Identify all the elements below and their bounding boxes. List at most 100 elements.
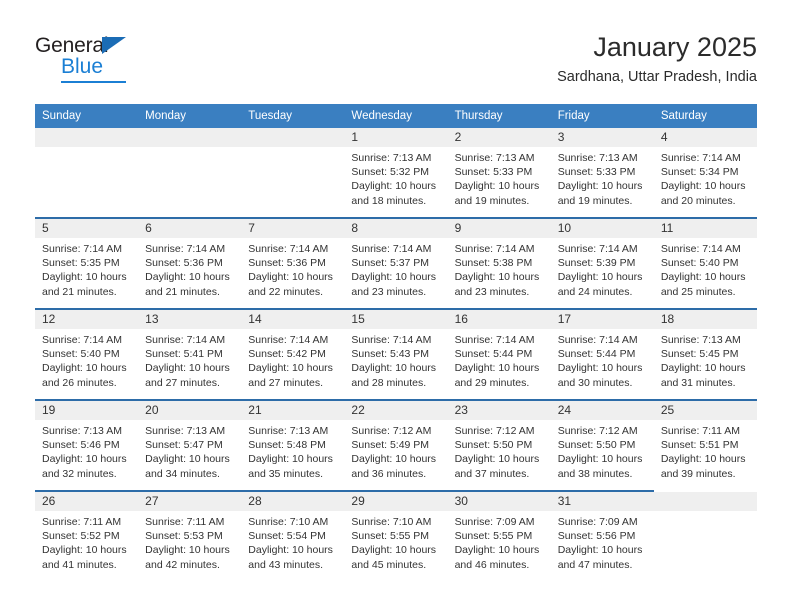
sunset-text: Sunset: 5:38 PM [454,257,533,270]
sunrise-text: Sunrise: 7:14 AM [557,243,638,255]
weekday-header-sunday: Sunday [35,104,139,128]
calendar-day-cell[interactable]: 3 Sunrise: 7:13 AM Sunset: 5:33 PM Daylight… [550,128,654,218]
day-details: Sunrise: 7:12 AM Sunset: 5:49 PM Daylight:… [344,420,447,481]
day-number: 22 [344,401,448,420]
sunset-text: Sunset: 5:35 PM [42,257,120,270]
calendar-day-cell[interactable]: 20 Sunrise: 7:13 AM Sunset: 5:47 PM Dayligh… [138,399,242,491]
day-details: Sunrise: 7:14 AM Sunset: 5:44 PM Daylight:… [448,329,551,390]
calendar-cell-empty [653,490,757,581]
day-number: 18 [653,310,757,329]
daylight-text: Daylight: 10 hours and 39 minutes. [660,453,746,480]
weekday-header-monday: Monday [138,104,242,128]
calendar-cell-empty [241,128,345,218]
day-details: Sunrise: 7:14 AM Sunset: 5:35 PM Daylight:… [35,238,138,299]
day-details: Sunrise: 7:13 AM Sunset: 5:47 PM Daylight:… [138,420,241,481]
sunset-text: Sunset: 5:51 PM [660,439,739,452]
day-number: 21 [241,401,345,420]
calendar-day-cell[interactable]: 24 Sunrise: 7:12 AM Sunset: 5:50 PM Dayligh… [550,399,654,491]
daylight-text: Daylight: 10 hours and 18 minutes. [351,180,437,207]
day-number: 24 [550,401,654,420]
calendar-day-cell[interactable]: 7 Sunrise: 7:14 AM Sunset: 5:36 PM Daylight… [241,217,345,309]
calendar-day-cell[interactable]: 16 Sunrise: 7:14 AM Sunset: 5:44 PM Dayligh… [447,308,551,400]
calendar-day-cell[interactable]: 6 Sunrise: 7:14 AM Sunset: 5:36 PM Daylight… [138,217,242,309]
sunrise-text: Sunrise: 7:14 AM [42,334,122,346]
calendar-day-cell[interactable]: 29 Sunrise: 7:10 AM Sunset: 5:55 PM Dayligh… [344,490,448,581]
sunset-text: Sunset: 5:50 PM [454,439,533,452]
sunset-text: Sunset: 5:32 PM [351,166,430,179]
day-number: 8 [344,219,448,238]
calendar-day-cell[interactable]: 8 Sunrise: 7:14 AM Sunset: 5:37 PM Daylight… [344,217,448,309]
sunset-text: Sunset: 5:34 PM [660,166,739,179]
sunrise-text: Sunrise: 7:14 AM [145,243,226,255]
daylight-text: Daylight: 10 hours and 42 minutes. [145,544,230,571]
day-details: Sunrise: 7:11 AM Sunset: 5:51 PM Daylight:… [654,420,757,481]
daylight-text: Daylight: 10 hours and 41 minutes. [42,544,127,571]
brand-logo[interactable]: General Blue [35,34,175,86]
daylight-text: Daylight: 10 hours and 19 minutes. [557,180,643,207]
sunset-text: Sunset: 5:52 PM [42,530,120,543]
calendar-day-cell[interactable]: 15 Sunrise: 7:14 AM Sunset: 5:43 PM Dayligh… [344,308,448,400]
day-details: Sunrise: 7:11 AM Sunset: 5:52 PM Daylight:… [35,511,138,572]
calendar-day-cell[interactable]: 11 Sunrise: 7:14 AM Sunset: 5:40 PM Dayligh… [653,217,757,309]
daylight-text: Daylight: 10 hours and 21 minutes. [145,271,230,298]
calendar-day-cell[interactable]: 28 Sunrise: 7:10 AM Sunset: 5:54 PM Dayligh… [241,490,345,581]
sunset-text: Sunset: 5:46 PM [42,439,120,452]
day-details: Sunrise: 7:14 AM Sunset: 5:40 PM Daylight:… [35,329,138,390]
calendar-day-cell[interactable]: 31 Sunrise: 7:09 AM Sunset: 5:56 PM Dayligh… [550,490,654,581]
calendar-week-row: 12 Sunrise: 7:14 AM Sunset: 5:40 PM Dayligh… [35,308,757,400]
calendar-day-cell[interactable]: 10 Sunrise: 7:14 AM Sunset: 5:39 PM Dayligh… [550,217,654,309]
day-details: Sunrise: 7:13 AM Sunset: 5:46 PM Daylight:… [35,420,138,481]
calendar-day-cell[interactable]: 30 Sunrise: 7:09 AM Sunset: 5:55 PM Dayligh… [447,490,551,581]
day-details: Sunrise: 7:14 AM Sunset: 5:44 PM Daylight:… [551,329,654,390]
calendar-day-cell[interactable]: 2 Sunrise: 7:13 AM Sunset: 5:33 PM Daylight… [447,128,551,218]
daylight-text: Daylight: 10 hours and 37 minutes. [454,453,540,480]
sunrise-text: Sunrise: 7:14 AM [248,243,329,255]
calendar-day-cell[interactable]: 13 Sunrise: 7:14 AM Sunset: 5:41 PM Dayligh… [138,308,242,400]
calendar-day-cell[interactable]: 21 Sunrise: 7:13 AM Sunset: 5:48 PM Dayligh… [241,399,345,491]
sunset-text: Sunset: 5:56 PM [557,530,636,543]
sunset-text: Sunset: 5:50 PM [557,439,636,452]
daylight-text: Daylight: 10 hours and 27 minutes. [145,362,230,389]
day-number: 28 [241,492,345,511]
weekday-header-tuesday: Tuesday [241,104,345,128]
calendar-day-cell[interactable]: 17 Sunrise: 7:14 AM Sunset: 5:44 PM Dayligh… [550,308,654,400]
sunrise-text: Sunrise: 7:11 AM [660,425,741,437]
sunrise-text: Sunrise: 7:12 AM [454,425,535,437]
day-details: Sunrise: 7:13 AM Sunset: 5:33 PM Daylight:… [448,147,551,208]
calendar-day-cell[interactable]: 1 Sunrise: 7:13 AM Sunset: 5:32 PM Daylight… [344,128,448,218]
sunset-text: Sunset: 5:45 PM [660,348,739,361]
weekday-header-thursday: Thursday [447,104,551,128]
calendar-day-cell[interactable]: 5 Sunrise: 7:14 AM Sunset: 5:35 PM Daylight… [35,217,139,309]
daylight-text: Daylight: 10 hours and 36 minutes. [351,453,437,480]
page-header: General Blue January 2025 Sardhana, Utta… [35,30,757,96]
calendar-day-cell[interactable]: 18 Sunrise: 7:13 AM Sunset: 5:45 PM Dayligh… [653,308,757,400]
calendar-day-cell[interactable]: 19 Sunrise: 7:13 AM Sunset: 5:46 PM Dayligh… [35,399,139,491]
day-number: 20 [138,401,242,420]
daylight-text: Daylight: 10 hours and 34 minutes. [145,453,230,480]
calendar-day-cell[interactable]: 22 Sunrise: 7:12 AM Sunset: 5:49 PM Dayligh… [344,399,448,491]
calendar-day-cell[interactable]: 14 Sunrise: 7:14 AM Sunset: 5:42 PM Dayligh… [241,308,345,400]
calendar-day-cell[interactable]: 4 Sunrise: 7:14 AM Sunset: 5:34 PM Daylight… [653,128,757,218]
calendar-body: 1 Sunrise: 7:13 AM Sunset: 5:32 PM Daylight… [35,128,757,581]
sunrise-text: Sunrise: 7:13 AM [557,152,638,164]
daylight-text: Daylight: 10 hours and 19 minutes. [454,180,540,207]
calendar-header-row: Sunday Monday Tuesday Wednesday Thursday… [35,104,757,128]
calendar-day-cell[interactable]: 25 Sunrise: 7:11 AM Sunset: 5:51 PM Dayligh… [653,399,757,491]
daylight-text: Daylight: 10 hours and 25 minutes. [660,271,746,298]
sunset-text: Sunset: 5:44 PM [454,348,533,361]
calendar-day-cell[interactable]: 27 Sunrise: 7:11 AM Sunset: 5:53 PM Dayligh… [138,490,242,581]
day-number: 10 [550,219,654,238]
daylight-text: Daylight: 10 hours and 32 minutes. [42,453,127,480]
calendar-day-cell[interactable]: 26 Sunrise: 7:11 AM Sunset: 5:52 PM Dayligh… [35,490,139,581]
weekday-header-saturday: Saturday [653,104,757,128]
sunrise-text: Sunrise: 7:13 AM [351,152,432,164]
calendar-day-cell[interactable]: 23 Sunrise: 7:12 AM Sunset: 5:50 PM Dayligh… [447,399,551,491]
calendar-day-cell[interactable]: 9 Sunrise: 7:14 AM Sunset: 5:38 PM Daylight… [447,217,551,309]
daylight-text: Daylight: 10 hours and 38 minutes. [557,453,643,480]
sunrise-text: Sunrise: 7:10 AM [351,516,432,528]
sunrise-text: Sunrise: 7:14 AM [351,243,432,255]
day-number: 26 [35,492,139,511]
day-number: 25 [653,401,757,420]
calendar-day-cell[interactable]: 12 Sunrise: 7:14 AM Sunset: 5:40 PM Dayligh… [35,308,139,400]
daylight-text: Daylight: 10 hours and 27 minutes. [248,362,333,389]
